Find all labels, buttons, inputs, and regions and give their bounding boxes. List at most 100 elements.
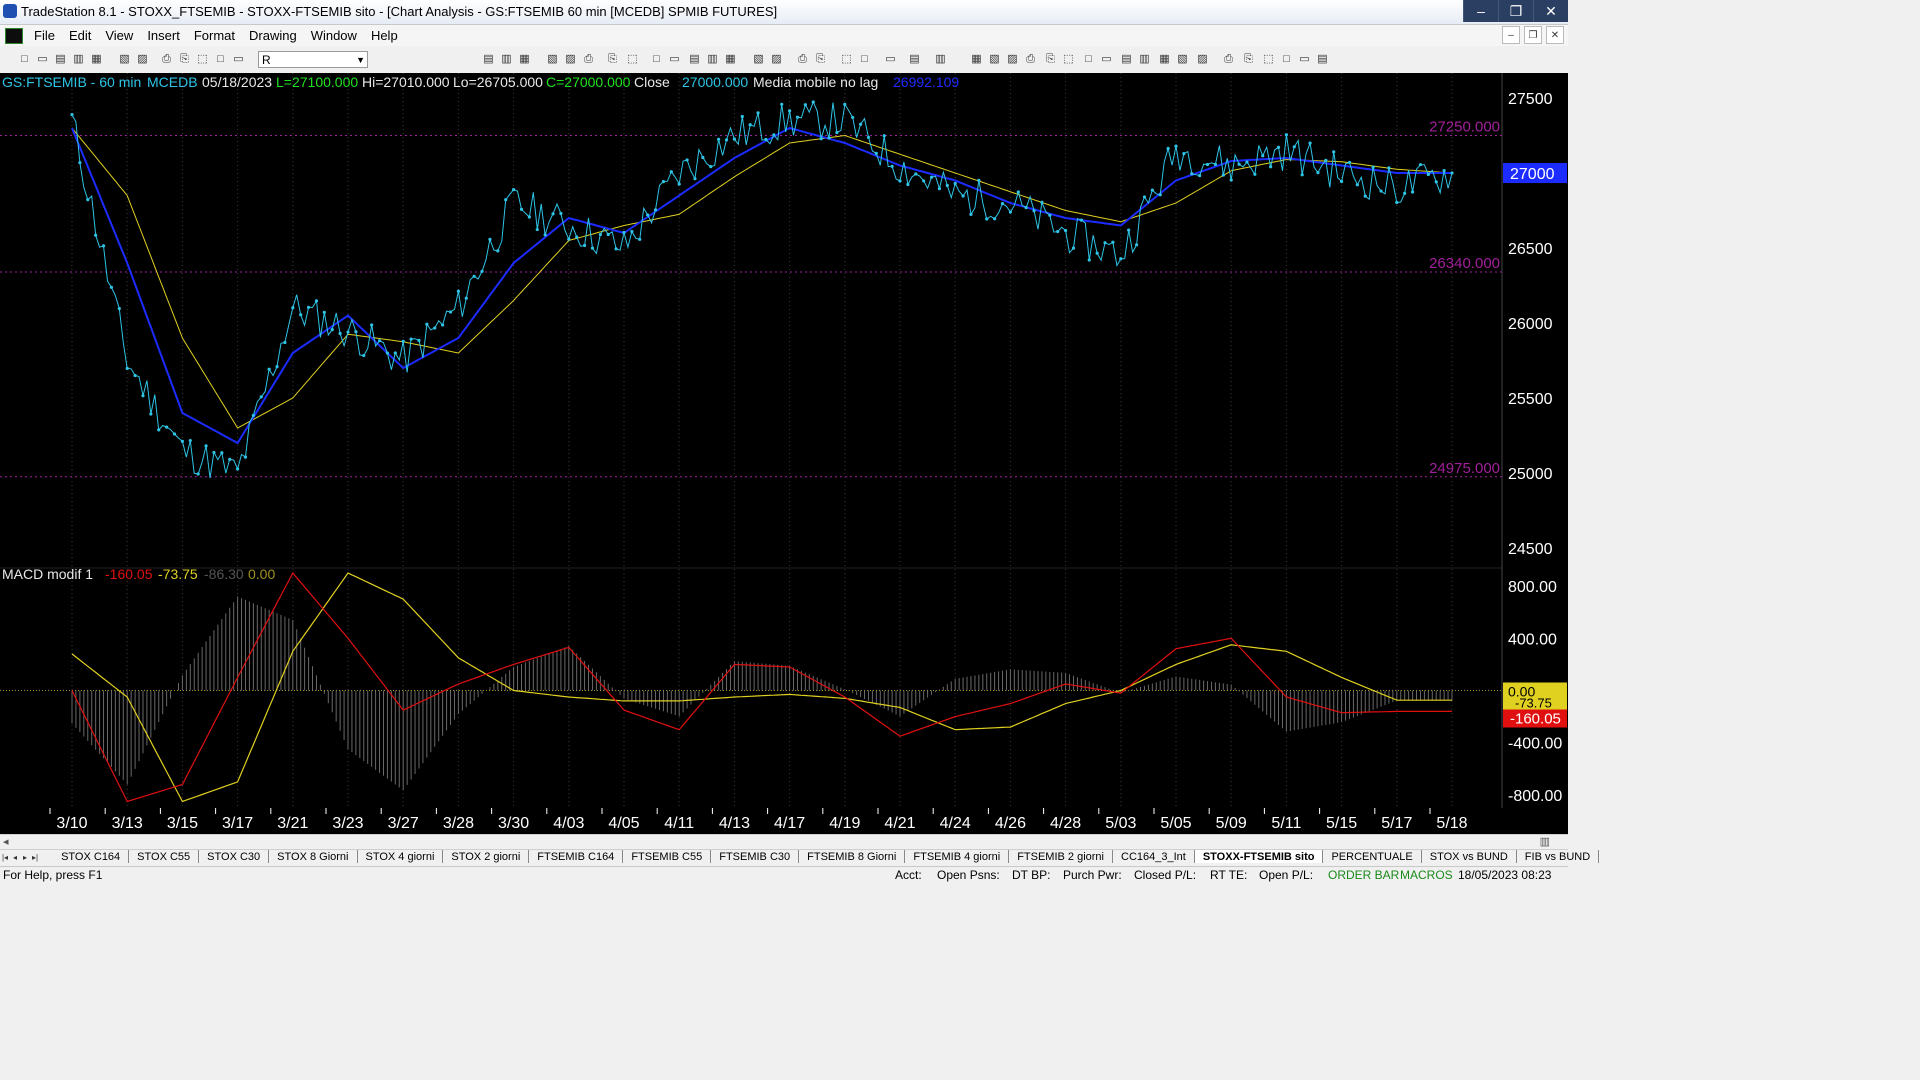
tab-stoxx-ftsemib-sito[interactable]: STOXX-FTSEMIB sito xyxy=(1194,850,1324,863)
mdi-close-icon[interactable]: ✕ xyxy=(1546,26,1564,44)
toolbar-tool-icon[interactable]: ▨ xyxy=(564,53,577,66)
toolbar-tool-icon[interactable]: ▧ xyxy=(988,53,1001,66)
toolbar-tool-icon[interactable]: ⎙ xyxy=(160,53,173,66)
toolbar-tool-icon[interactable]: ▧ xyxy=(118,53,131,66)
menu-file[interactable]: File xyxy=(27,28,62,43)
toolbar-tool-icon[interactable]: ▤ xyxy=(908,53,921,66)
toolbar-tool-icon[interactable]: ▭ xyxy=(1100,53,1113,66)
toolbar-tool-icon[interactable]: ▥ xyxy=(1138,53,1151,66)
tab-cc164-3-int[interactable]: CC164_3_Int xyxy=(1113,850,1195,863)
toolbar-tool-icon[interactable]: ▧ xyxy=(546,53,559,66)
tab-stox-c55[interactable]: STOX C55 xyxy=(129,850,200,863)
toolbar-tool-icon[interactable]: ▦ xyxy=(970,53,983,66)
menu-format[interactable]: Format xyxy=(187,28,242,43)
toolbar-tool-icon[interactable]: ⎘ xyxy=(606,53,619,66)
toolbar-tool-icon[interactable]: ▤ xyxy=(688,53,701,66)
toolbar-tool-icon[interactable]: □ xyxy=(650,53,663,66)
scroll-left-icon[interactable]: ◂ xyxy=(3,835,9,848)
toolbar-tool-icon[interactable]: ⎙ xyxy=(1024,53,1037,66)
menu-window[interactable]: Window xyxy=(304,28,364,43)
chart-canvas[interactable]: 27250.000 26340.000 24975.000 27500 27000 265… xyxy=(0,73,1568,834)
tab-stox-4-giorni[interactable]: STOX 4 giorni xyxy=(358,850,444,863)
toolbar-tool-icon[interactable]: ▭ xyxy=(232,53,245,66)
toolbar-tool-icon[interactable]: ▧ xyxy=(752,53,765,66)
toolbar-tool-icon[interactable]: ▭ xyxy=(884,53,897,66)
toolbar-tool-icon[interactable]: □ xyxy=(18,53,31,66)
toolbar-tool-icon[interactable]: ⎘ xyxy=(178,53,191,66)
tab-stox-vs-bund[interactable]: STOX vs BUND xyxy=(1422,850,1517,863)
toolbar-tool-icon[interactable]: ⬚ xyxy=(196,53,209,66)
toolbar-tool-icon[interactable]: ▦ xyxy=(90,53,103,66)
toolbar-tool-icon[interactable]: ▥ xyxy=(934,53,947,66)
toolbar-tool-icon[interactable]: ▦ xyxy=(518,53,531,66)
chevron-down-icon[interactable]: ▼ xyxy=(356,52,365,69)
toolbar-tool-icon[interactable]: ▨ xyxy=(1006,53,1019,66)
toolbar-tool-icon[interactable]: ▥ xyxy=(706,53,719,66)
minimize-button[interactable]: – xyxy=(1463,0,1498,22)
menu-insert[interactable]: Insert xyxy=(140,28,187,43)
toolbar-tool-icon[interactable]: ▤ xyxy=(54,53,67,66)
horizontal-scrollbar[interactable]: ◂ ▥ xyxy=(0,834,1568,850)
tab-next-icon[interactable]: ▸ xyxy=(20,853,30,862)
menu-view[interactable]: View xyxy=(98,28,140,43)
tab-stox-c30[interactable]: STOX C30 xyxy=(199,850,270,863)
menu-help[interactable]: Help xyxy=(364,28,405,43)
toolbar-tool-icon[interactable]: ▥ xyxy=(72,53,85,66)
tab-stox-2-giorni[interactable]: STOX 2 giorni xyxy=(443,850,530,863)
menu-drawing[interactable]: Drawing xyxy=(242,28,304,43)
toolbar-tool-icon[interactable]: ▤ xyxy=(482,53,495,66)
toolbar-tool-icon[interactable]: ▨ xyxy=(770,53,783,66)
toolbar-tool-icon[interactable]: ▥ xyxy=(500,53,513,66)
chart-window[interactable]: 27250.000 26340.000 24975.000 27500 27000 265… xyxy=(0,73,1568,834)
mdi-minimize-icon[interactable]: – xyxy=(1502,26,1520,44)
toolbar-tool-icon[interactable]: ▭ xyxy=(36,53,49,66)
toolbar-tool-icon[interactable]: ▤ xyxy=(1120,53,1133,66)
status-macros[interactable]: MACROS xyxy=(1400,868,1453,882)
toolbar-tool-icon[interactable]: ⎘ xyxy=(1242,53,1255,66)
close-button[interactable]: ✕ xyxy=(1533,0,1568,22)
toolbar-tool-icon[interactable]: □ xyxy=(858,53,871,66)
status-order-bar[interactable]: ORDER BAR xyxy=(1328,868,1399,882)
toolbar-tool-icon[interactable]: ⬚ xyxy=(1062,53,1075,66)
tab-prev-icon[interactable]: ◂ xyxy=(10,853,20,862)
toolbar-tool-icon[interactable]: ⎘ xyxy=(1044,53,1057,66)
toolbar-tool-icon[interactable]: □ xyxy=(1280,53,1293,66)
toolbar-tool-icon[interactable]: ▤ xyxy=(1316,53,1329,66)
toolbar-tool-icon[interactable]: ▨ xyxy=(1196,53,1209,66)
toolbar-tool-icon[interactable]: ⬚ xyxy=(1262,53,1275,66)
maximize-button[interactable]: ❐ xyxy=(1498,0,1533,22)
toolbar-tool-icon[interactable]: ⎙ xyxy=(796,53,809,66)
symbol-input[interactable]: R ▼ xyxy=(258,51,368,68)
toolbar-tool-icon[interactable]: ▨ xyxy=(136,53,149,66)
toolbar-tool-icon[interactable]: ⎘ xyxy=(814,53,827,66)
toolbar-tool-icon[interactable]: ▭ xyxy=(668,53,681,66)
tab-stox-8-giorni[interactable]: STOX 8 Giorni xyxy=(269,850,358,863)
toolbar-tool-icon[interactable]: ⬚ xyxy=(840,53,853,66)
toolbar-tool-icon[interactable]: ⎙ xyxy=(1222,53,1235,66)
tab-ftsemib-c164[interactable]: FTSEMIB C164 xyxy=(529,850,624,863)
tab-first-icon[interactable]: |◂ xyxy=(0,853,10,862)
toolbar-tool-icon[interactable]: ▦ xyxy=(1158,53,1171,66)
tab-fib-vs-bund[interactable]: FIB vs BUND xyxy=(1517,850,1600,863)
tab-ftsemib-8-giorni[interactable]: FTSEMIB 8 Giorni xyxy=(799,850,906,863)
tab-ftsemib-c30[interactable]: FTSEMIB C30 xyxy=(711,850,800,863)
tab-ftsemib-4-giorni[interactable]: FTSEMIB 4 giorni xyxy=(905,850,1010,863)
tab-stox-c164[interactable]: STOX C164 xyxy=(53,850,130,863)
toolbar-tool-icon[interactable]: ⎙ xyxy=(582,53,595,66)
toolbar-tool-icon[interactable]: ▭ xyxy=(1298,53,1311,66)
scroll-right-icon[interactable]: ▥ xyxy=(1540,835,1550,848)
tab-percentuale[interactable]: PERCENTUALE xyxy=(1323,850,1422,863)
menu-edit[interactable]: Edit xyxy=(62,28,98,43)
chart-close-word: Close xyxy=(634,74,670,90)
tab-ftsemib-c55[interactable]: FTSEMIB C55 xyxy=(623,850,712,863)
toolbar-tool-icon[interactable]: □ xyxy=(214,53,227,66)
toolbar-tool-icon[interactable]: ⬚ xyxy=(626,53,639,66)
toolbar-tool-icon[interactable]: □ xyxy=(1082,53,1095,66)
tab-ftsemib-2-giorni[interactable]: FTSEMIB 2 giorni xyxy=(1009,850,1113,863)
toolbar-tool-icon[interactable]: ▧ xyxy=(1176,53,1189,66)
price-point xyxy=(1442,168,1446,173)
toolbar-tool-icon[interactable]: ▦ xyxy=(724,53,737,66)
tab-last-icon[interactable]: ▸| xyxy=(30,853,40,862)
chart-window-icon[interactable] xyxy=(5,27,23,44)
mdi-restore-icon[interactable]: ❐ xyxy=(1524,26,1542,44)
